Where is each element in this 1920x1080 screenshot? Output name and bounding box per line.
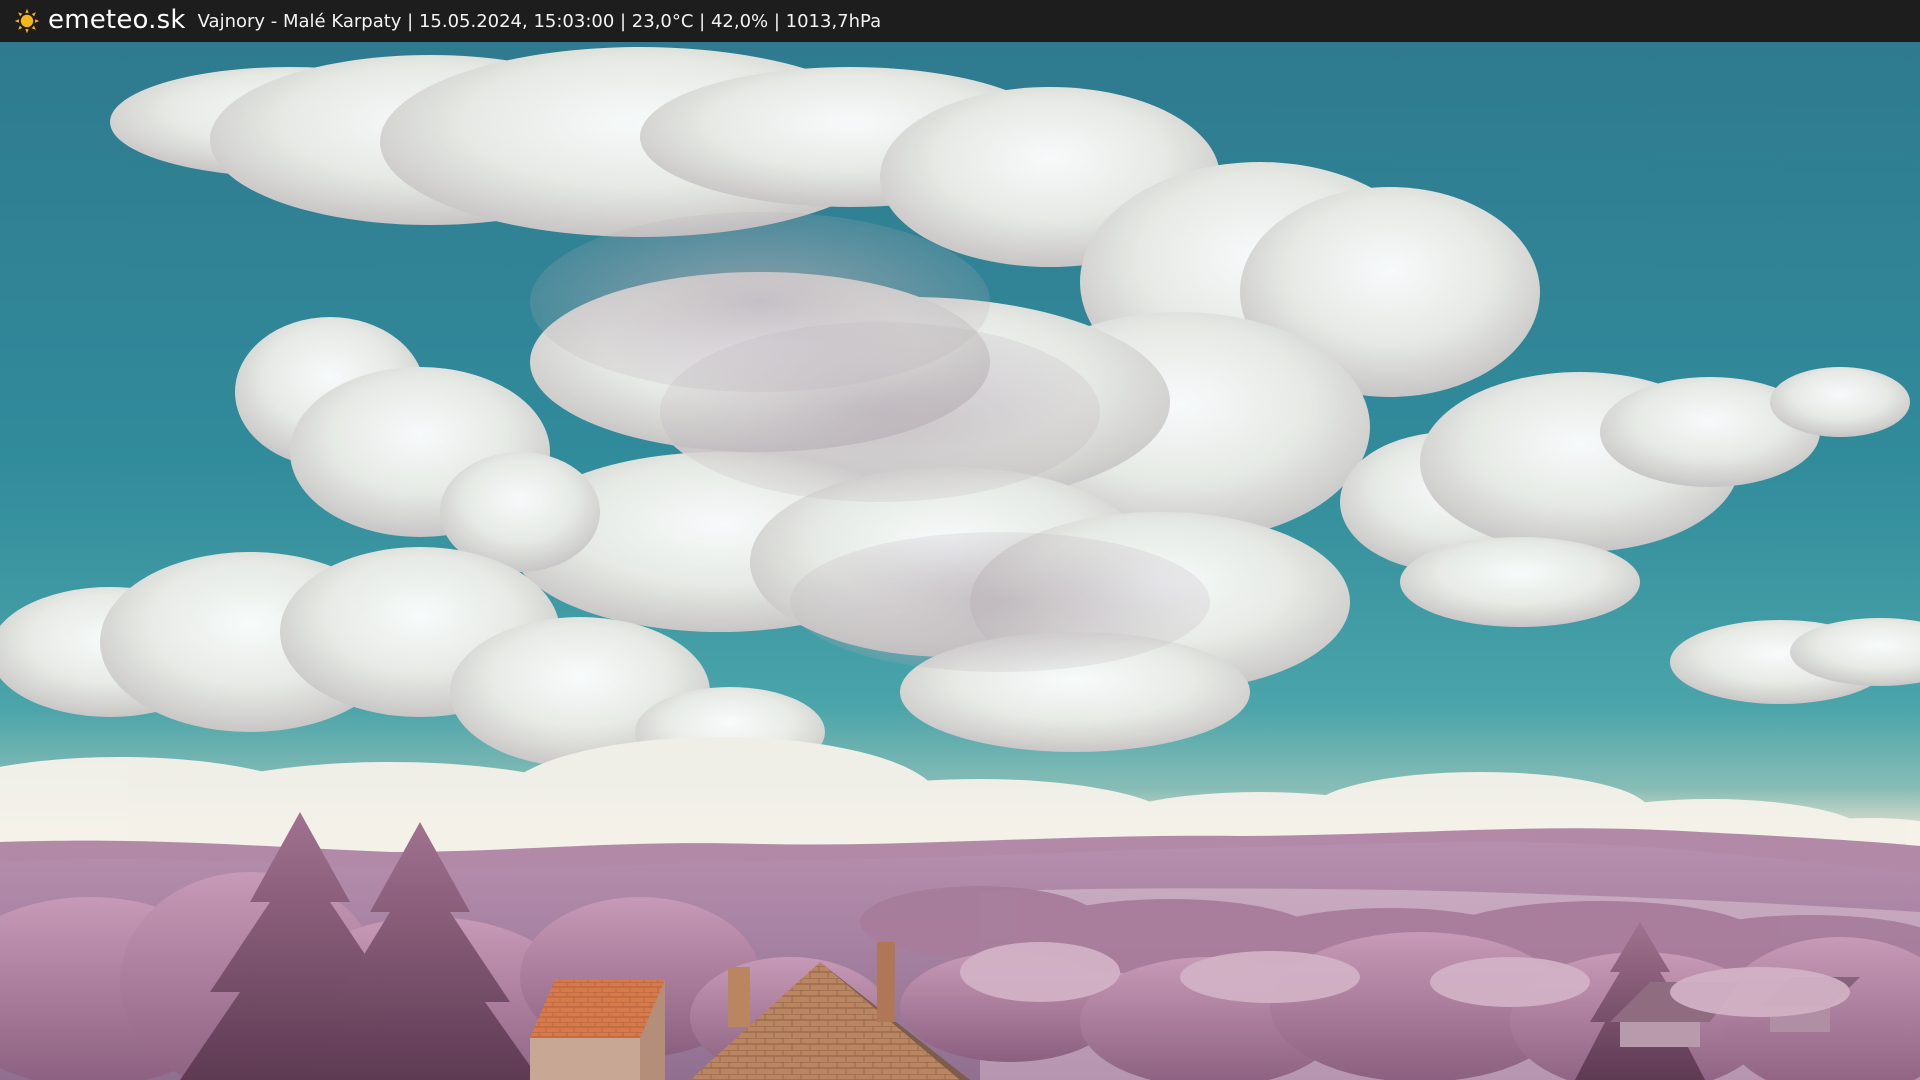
top-bar: emeteo.sk Vajnory - Malé Karpaty | 15.05… — [0, 0, 1920, 42]
sun-icon — [14, 8, 40, 34]
webcam-caption: Vajnory - Malé Karpaty | 15.05.2024, 15:… — [197, 11, 882, 32]
site-name: emeteo.sk — [48, 5, 186, 35]
webcam-viewer: emeteo.sk Vajnory - Malé Karpaty | 15.05… — [0, 0, 1920, 1080]
webcam-image — [0, 42, 1920, 1080]
brand[interactable]: emeteo.sk — [14, 0, 186, 42]
